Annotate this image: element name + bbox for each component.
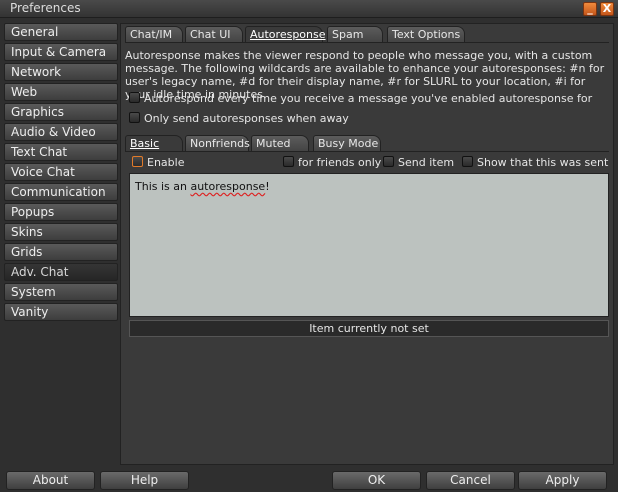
tab-divider	[125, 42, 609, 43]
subtab-divider	[125, 151, 609, 152]
item-status: Item currently not set	[129, 320, 609, 337]
about-button[interactable]: About	[6, 471, 95, 490]
only-when-away-checkbox[interactable]: Only send autoresponses when away	[129, 112, 349, 126]
sidebar-item-skins[interactable]: Skins	[4, 223, 118, 241]
sidebar-item-adv-chat[interactable]: Adv. Chat	[4, 263, 118, 281]
sidebar-item-network[interactable]: Network	[4, 63, 118, 81]
tab-spam[interactable]: Spam	[327, 26, 383, 42]
friends-only-checkbox[interactable]: for friends only	[283, 156, 381, 170]
subtab-busy-mode[interactable]: Busy Mode	[313, 135, 381, 151]
subtab-basic[interactable]: Basic	[125, 135, 183, 151]
title-bar: Preferences _ X	[0, 0, 618, 18]
tab-autoresponse[interactable]: Autoresponse	[245, 26, 326, 42]
apply-button[interactable]: Apply	[518, 471, 607, 490]
sidebar-item-system[interactable]: System	[4, 283, 118, 301]
sidebar-item-graphics[interactable]: Graphics	[4, 103, 118, 121]
subtab-nonfriends[interactable]: Nonfriends	[185, 135, 250, 151]
sidebar-item-communication[interactable]: Communication	[4, 183, 118, 201]
sidebar-item-web[interactable]: Web	[4, 83, 118, 101]
sidebar-item-text-chat[interactable]: Text Chat	[4, 143, 118, 161]
checkbox-box[interactable]	[129, 92, 140, 103]
autorespond-every-time-checkbox[interactable]: Autorespond every time you receive a mes…	[129, 92, 592, 106]
subtab-muted[interactable]: Muted	[251, 135, 309, 151]
ok-button[interactable]: OK	[332, 471, 421, 490]
sidebar-item-input-camera[interactable]: Input & Camera	[4, 43, 118, 61]
message-text-prefix: This is an	[135, 180, 191, 193]
sidebar-item-audio-video[interactable]: Audio & Video	[4, 123, 118, 141]
send-item-checkbox[interactable]: Send item	[383, 156, 454, 170]
misspelled-word: autoresponse	[190, 180, 266, 193]
adv-chat-panel: Chat/IM Chat UI Autoresponse Spam Text O…	[120, 23, 614, 465]
close-icon[interactable]: X	[600, 2, 614, 16]
sidebar-item-voice-chat[interactable]: Voice Chat	[4, 163, 118, 181]
checkbox-box[interactable]	[283, 156, 294, 167]
window-title: Preferences	[10, 1, 81, 15]
sidebar-item-grids[interactable]: Grids	[4, 243, 118, 261]
enable-checkbox[interactable]: Enable	[132, 156, 184, 170]
tab-text-options[interactable]: Text Options	[387, 26, 465, 42]
help-button[interactable]: Help	[100, 471, 189, 490]
sidebar-item-popups[interactable]: Popups	[4, 203, 118, 221]
tab-chat-ui[interactable]: Chat UI	[185, 26, 243, 42]
sidebar-item-general[interactable]: General	[4, 23, 118, 41]
cancel-button[interactable]: Cancel	[426, 471, 515, 490]
autoresponse-message-input[interactable]: This is an autoresponse!	[129, 173, 609, 317]
minimize-icon[interactable]: _	[583, 2, 597, 16]
sidebar: General Input & Camera Network Web Graph…	[4, 23, 118, 323]
checkbox-box[interactable]	[132, 156, 143, 167]
show-sent-checkbox[interactable]: Show that this was sent	[462, 156, 608, 170]
message-text-suffix: !	[265, 180, 270, 193]
checkbox-box[interactable]	[129, 112, 140, 123]
checkbox-box[interactable]	[383, 156, 394, 167]
sidebar-item-vanity[interactable]: Vanity	[4, 303, 118, 321]
checkbox-box[interactable]	[462, 156, 473, 167]
tab-chat-im[interactable]: Chat/IM	[125, 26, 183, 42]
